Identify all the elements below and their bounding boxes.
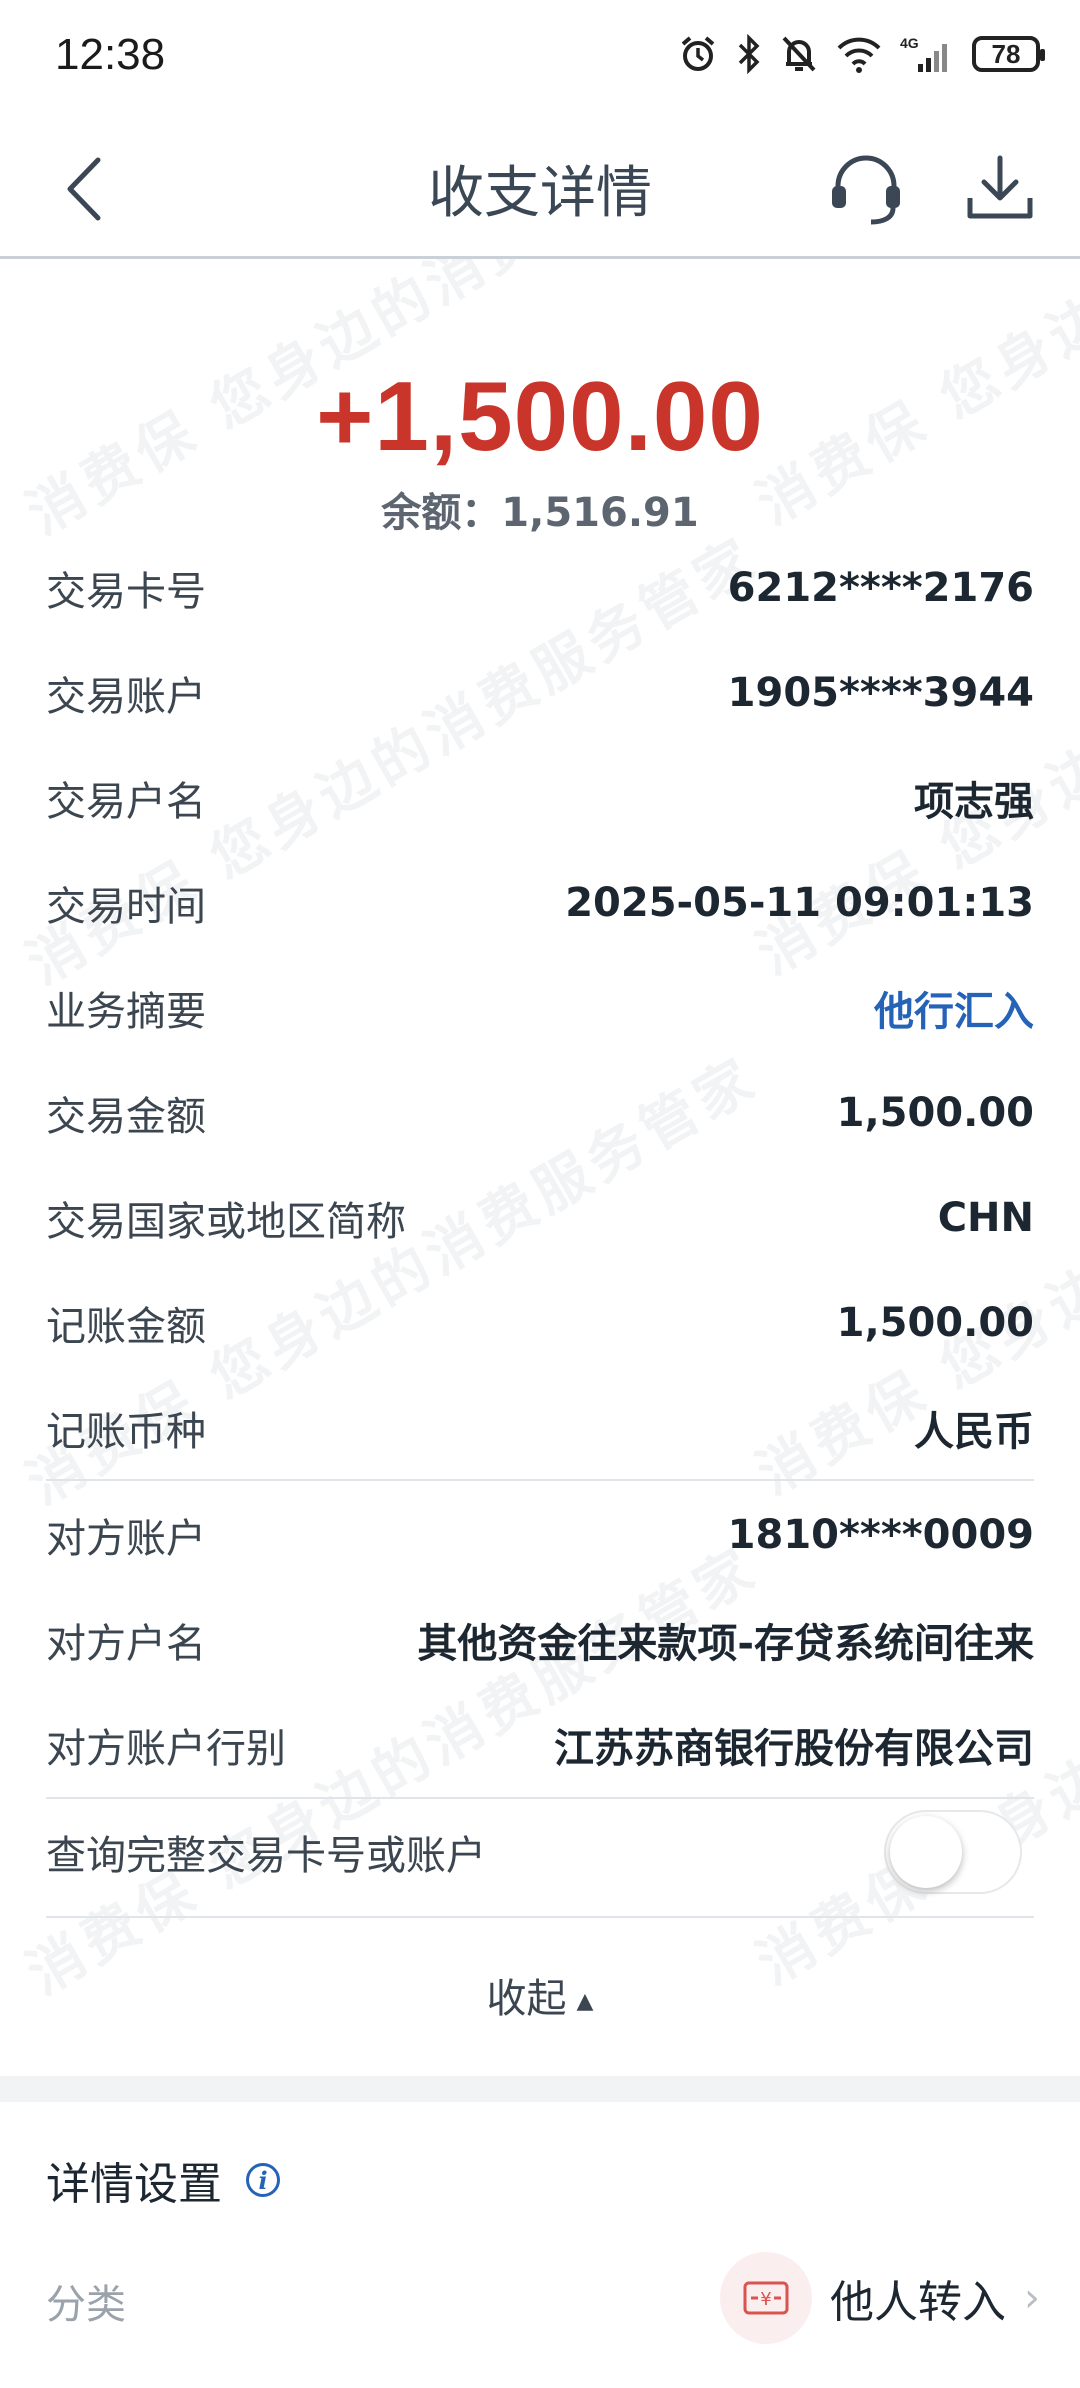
detail-row-counterparty-account: 对方账户 1810****0009: [46, 1483, 1034, 1587]
detail-label: 交易卡号: [46, 569, 206, 615]
network-type: 4G: [900, 35, 919, 51]
info-icon[interactable]: i: [246, 2163, 280, 2197]
detail-row-amount: 交易金额 1,500.00: [46, 1061, 1034, 1165]
settings-title-text: 详情设置: [46, 2159, 222, 2210]
settings-title: 详情设置 i: [46, 2148, 280, 2212]
section-divider: [46, 1916, 1034, 1918]
battery-icon: 78: [972, 36, 1045, 72]
business-summary-link[interactable]: 他行汇入: [874, 979, 1034, 1037]
caret-up-icon: ▲: [576, 1988, 594, 2014]
detail-label: 对方账户行别: [46, 1726, 286, 1772]
detail-row-time: 交易时间 2025-05-11 09:01:13: [46, 851, 1034, 955]
detail-label: 交易账户: [46, 674, 206, 720]
section-divider: [46, 1797, 1034, 1799]
mute-bell-icon: [780, 34, 818, 74]
detail-label: 对方户名: [46, 1621, 206, 1667]
detail-row-country: 交易国家或地区简称 CHN: [46, 1166, 1034, 1270]
transfer-in-icon: ¥: [720, 2252, 812, 2344]
section-divider: [46, 1479, 1034, 1481]
chevron-right-icon: ›: [1024, 2275, 1040, 2321]
detail-value: 2025-05-11 09:01:13: [565, 880, 1034, 926]
detail-label: 交易时间: [46, 884, 206, 930]
collapse-label: 收起: [486, 1976, 567, 2022]
query-full-toggle[interactable]: [884, 1810, 1022, 1894]
detail-label: 交易国家或地区简称: [46, 1199, 406, 1245]
balance-label: 余额：: [381, 490, 502, 536]
detail-row-account: 交易账户 1905****3944: [46, 641, 1034, 745]
detail-value: 6212****2176: [727, 565, 1034, 611]
wifi-icon: [836, 34, 882, 74]
detail-value: 江苏苏商银行股份有限公司: [554, 1726, 1034, 1772]
category-selector[interactable]: ¥ 他人转入 ›: [720, 2252, 1040, 2344]
detail-label: 对方账户: [46, 1516, 206, 1562]
detail-value: 1810****0009: [727, 1512, 1034, 1558]
detail-value: 人民币: [914, 1409, 1034, 1455]
collapse-button[interactable]: 收起 ▲: [0, 1966, 1080, 2024]
query-full-label: 查询完整交易卡号或账户: [46, 1833, 486, 1879]
bluetooth-icon: [736, 34, 762, 74]
detail-row-booked-amount: 记账金额 1,500.00: [46, 1271, 1034, 1375]
cellular-signal-icon: 4G: [900, 34, 954, 74]
status-time: 12:38: [55, 30, 166, 79]
svg-text:¥: ¥: [760, 2289, 771, 2310]
category-label: 分类: [46, 2282, 126, 2328]
detail-row-summary: 业务摘要 他行汇入: [46, 956, 1034, 1060]
detail-value: 1905****3944: [727, 670, 1034, 716]
balance-value: 1,516.91: [501, 490, 699, 536]
detail-value: 1,500.00: [836, 1300, 1034, 1346]
detail-row-counterparty-bank: 对方账户行别 江苏苏商银行股份有限公司: [46, 1693, 1034, 1797]
section-gap: [0, 2076, 1080, 2102]
detail-label: 记账币种: [46, 1409, 206, 1455]
detail-value: 其他资金往来款项-存贷系统间往来: [417, 1621, 1034, 1667]
detail-row-account-name: 交易户名 项志强: [46, 746, 1034, 850]
detail-value: 1,500.00: [836, 1090, 1034, 1136]
detail-value: 项志强: [914, 779, 1034, 825]
transaction-amount: +1,500.00: [316, 361, 764, 471]
detail-value: CHN: [937, 1195, 1034, 1241]
status-bar: 12:38 4G 78: [0, 0, 1080, 118]
balance-line: 余额：1,516.91: [0, 480, 1080, 538]
detail-label: 交易金额: [46, 1094, 206, 1140]
detail-label: 交易户名: [46, 779, 206, 825]
customer-service-icon[interactable]: [826, 148, 906, 228]
amount-summary: +1,500.00: [0, 360, 1080, 473]
detail-label: 业务摘要: [46, 989, 206, 1035]
category-value: 他人转入: [830, 2277, 1006, 2328]
detail-row-card-number: 交易卡号 6212****2176: [46, 536, 1034, 640]
toggle-knob: [890, 1816, 962, 1888]
download-icon[interactable]: [964, 148, 1036, 228]
nav-bar: 收支详情: [0, 118, 1080, 259]
detail-row-counterparty-name: 对方户名 其他资金往来款项-存贷系统间往来: [46, 1588, 1034, 1692]
status-icons: 4G 78: [678, 28, 1045, 80]
detail-label: 记账金额: [46, 1304, 206, 1350]
alarm-icon: [678, 34, 718, 74]
detail-row-currency: 记账币种 人民币: [46, 1376, 1034, 1480]
page-title: 收支详情: [428, 161, 652, 226]
